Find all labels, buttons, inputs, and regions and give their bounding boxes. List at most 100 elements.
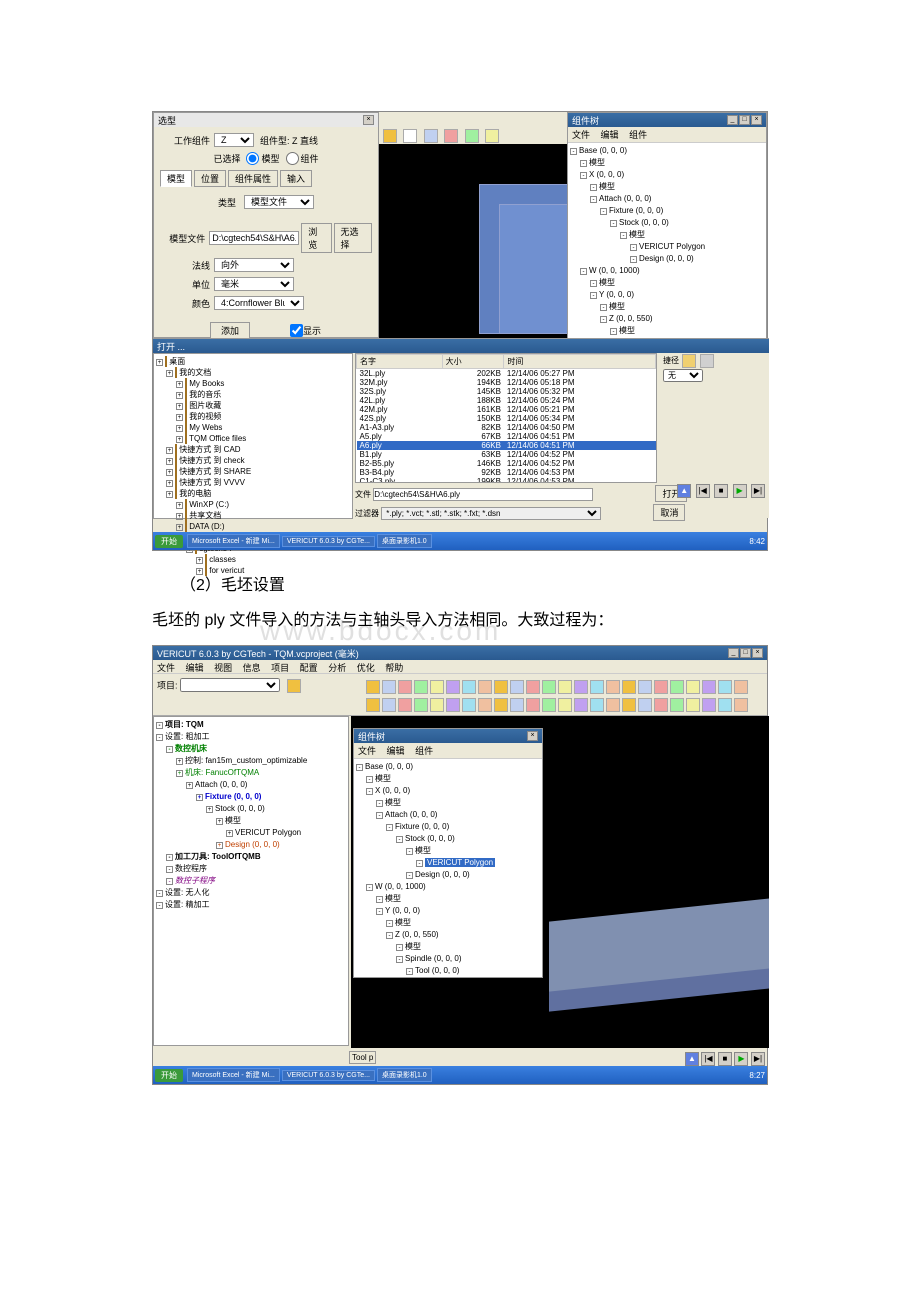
tree-node[interactable]: -设置: 无人化 bbox=[156, 887, 346, 899]
col-size[interactable]: 大小 bbox=[442, 355, 504, 369]
folder-node[interactable]: + 桌面 bbox=[156, 356, 350, 367]
tree-node[interactable]: -Attach (0, 0, 0) bbox=[570, 193, 764, 205]
toolbar-icon[interactable] bbox=[383, 129, 397, 143]
toolbar-icon[interactable] bbox=[670, 698, 684, 712]
toolbar-icon[interactable] bbox=[542, 698, 556, 712]
file-row[interactable]: 42L.ply188KB12/14/06 05:24 PM bbox=[357, 396, 656, 405]
toolbar-icon[interactable] bbox=[430, 680, 444, 694]
folder-node[interactable]: + DATA (D:) bbox=[156, 521, 350, 532]
file-path-input[interactable] bbox=[373, 488, 593, 501]
normal-select[interactable]: 向外 bbox=[214, 258, 294, 272]
toolbar-icon[interactable] bbox=[574, 680, 588, 694]
toolbar-icon[interactable] bbox=[542, 680, 556, 694]
toolbar-icon[interactable] bbox=[622, 680, 636, 694]
tree-node[interactable]: -W (0, 0, 1000) bbox=[570, 265, 764, 277]
tree-node[interactable]: -Design (0, 0, 0) bbox=[570, 253, 764, 265]
toolbar-icon[interactable] bbox=[382, 680, 396, 694]
file-row[interactable]: A1-A3.ply82KB12/14/06 04:50 PM bbox=[357, 423, 656, 432]
menu-file[interactable]: 文件 bbox=[157, 663, 175, 673]
folder-node[interactable]: + My Books bbox=[156, 378, 350, 389]
tree-node[interactable]: -模型 bbox=[570, 277, 764, 289]
tree-node[interactable]: +Attach (0, 0, 0) bbox=[156, 779, 346, 791]
toolbar-icon[interactable] bbox=[574, 698, 588, 712]
menu-file[interactable]: 文件 bbox=[358, 746, 376, 756]
tree-node[interactable]: -模型 bbox=[356, 797, 540, 809]
toolbar-icon[interactable] bbox=[462, 698, 476, 712]
toolbar-icon[interactable] bbox=[590, 698, 604, 712]
toolbar-icon[interactable] bbox=[382, 698, 396, 712]
toolbar-icon[interactable] bbox=[558, 698, 572, 712]
toolbar-icon[interactable] bbox=[702, 680, 716, 694]
tree-node[interactable]: -Attach (0, 0, 0) bbox=[356, 809, 540, 821]
menu-config[interactable]: 配置 bbox=[300, 663, 318, 673]
toolbar-icon[interactable] bbox=[638, 680, 652, 694]
close-icon[interactable]: × bbox=[363, 115, 374, 125]
file-row[interactable]: 32M.ply194KB12/14/06 05:18 PM bbox=[357, 378, 656, 387]
folder-node[interactable]: + 共享文档 bbox=[156, 510, 350, 521]
workpiece-select[interactable]: Z bbox=[214, 133, 254, 147]
folder-node[interactable]: + 快捷方式 到 VVVV bbox=[156, 477, 350, 488]
maximize-icon[interactable]: □ bbox=[739, 115, 750, 125]
toolbar-icon[interactable] bbox=[446, 698, 460, 712]
toolbar-icon[interactable] bbox=[465, 129, 479, 143]
tree-node[interactable]: +机床: FanucOfTQMA bbox=[156, 767, 346, 779]
tree-node[interactable]: -模型 bbox=[356, 941, 540, 953]
toolbar-icon[interactable] bbox=[670, 680, 684, 694]
shortcut-icon[interactable] bbox=[682, 354, 696, 368]
menu-component[interactable]: 组件 bbox=[629, 130, 647, 140]
tree-node[interactable]: -模型 bbox=[570, 181, 764, 193]
shortcut-icon[interactable] bbox=[700, 354, 714, 368]
file-row[interactable]: A6.ply66KB12/14/06 04:51 PM bbox=[357, 441, 656, 450]
toolbar-icon[interactable] bbox=[558, 680, 572, 694]
menu-project[interactable]: 项目 bbox=[271, 663, 289, 673]
tree-node[interactable]: +Design (0, 0, 0) bbox=[156, 839, 346, 851]
tree-node[interactable]: -X (0, 0, 0) bbox=[356, 785, 540, 797]
folder-node[interactable]: + WinXP (C:) bbox=[156, 499, 350, 510]
tree-node[interactable]: +模型 bbox=[156, 815, 346, 827]
file-row[interactable]: B1.ply63KB12/14/06 04:52 PM bbox=[357, 450, 656, 459]
toolbar-icon[interactable] bbox=[510, 698, 524, 712]
toolbar-icon[interactable] bbox=[526, 680, 540, 694]
file-row[interactable]: A5.ply67KB12/14/06 04:51 PM bbox=[357, 432, 656, 441]
tree-node[interactable]: -Tool (0, 0, 0) bbox=[356, 965, 540, 977]
radio-component[interactable] bbox=[286, 152, 299, 165]
tree-node[interactable]: -设置: 粗加工 bbox=[156, 731, 346, 743]
col-time[interactable]: 时间 bbox=[504, 355, 656, 369]
menu-view[interactable]: 视图 bbox=[214, 663, 232, 673]
toolbar-icon[interactable] bbox=[478, 698, 492, 712]
sub-component-tree[interactable]: -Base (0, 0, 0)-模型-X (0, 0, 0)-模型-Attach… bbox=[354, 759, 542, 979]
close-icon[interactable]: × bbox=[751, 115, 762, 125]
toolbar-icon[interactable] bbox=[510, 680, 524, 694]
taskbar-item[interactable]: Microsoft Excel - 新建 Mi... bbox=[187, 1068, 280, 1082]
close-icon[interactable]: × bbox=[752, 648, 763, 658]
skip-fwd-icon[interactable]: ▶| bbox=[751, 484, 765, 498]
taskbar-item[interactable]: Microsoft Excel - 新建 Mi... bbox=[187, 534, 280, 548]
filter-select[interactable]: *.ply; *.vct; *.stl; *.stk; *.fxt; *.dsn bbox=[381, 507, 601, 520]
file-row[interactable]: B3-B4.ply92KB12/14/06 04:53 PM bbox=[357, 468, 656, 477]
tree-node[interactable]: -Z (0, 0, 550) bbox=[570, 313, 764, 325]
toolbar-icon[interactable] bbox=[414, 698, 428, 712]
toolbar-icon[interactable] bbox=[462, 680, 476, 694]
tree-node[interactable]: -模型 bbox=[356, 773, 540, 785]
toolbar-icon[interactable] bbox=[478, 680, 492, 694]
toolbar-icon[interactable] bbox=[446, 680, 460, 694]
folder-node[interactable]: + 我的视频 bbox=[156, 411, 350, 422]
toolbar-icon[interactable] bbox=[494, 680, 508, 694]
file-row[interactable]: 32S.ply145KB12/14/06 05:32 PM bbox=[357, 387, 656, 396]
rewind-icon[interactable]: ▲ bbox=[685, 1052, 699, 1066]
toolbar-icon[interactable] bbox=[485, 129, 499, 143]
toolbar-icon[interactable] bbox=[686, 698, 700, 712]
toolbar-icon[interactable] bbox=[287, 679, 301, 693]
toolbar-icon[interactable] bbox=[654, 698, 668, 712]
toolbar-icon[interactable] bbox=[702, 698, 716, 712]
toolbar-icon[interactable] bbox=[398, 698, 412, 712]
file-row[interactable]: C1-C3.ply199KB12/14/06 04:53 PM bbox=[357, 477, 656, 483]
toolbar-icon[interactable] bbox=[606, 680, 620, 694]
unit-select[interactable]: 毫米 bbox=[214, 277, 294, 291]
tree-node[interactable]: -模型 bbox=[570, 325, 764, 337]
tree-node[interactable]: -X (0, 0, 0) bbox=[570, 169, 764, 181]
tree-node[interactable]: -VERICUT Polygon bbox=[570, 241, 764, 253]
tree-node[interactable]: -模型 bbox=[356, 917, 540, 929]
taskbar-item[interactable]: 桌面录影机1.0 bbox=[377, 534, 432, 548]
folder-node[interactable]: + 我的音乐 bbox=[156, 389, 350, 400]
